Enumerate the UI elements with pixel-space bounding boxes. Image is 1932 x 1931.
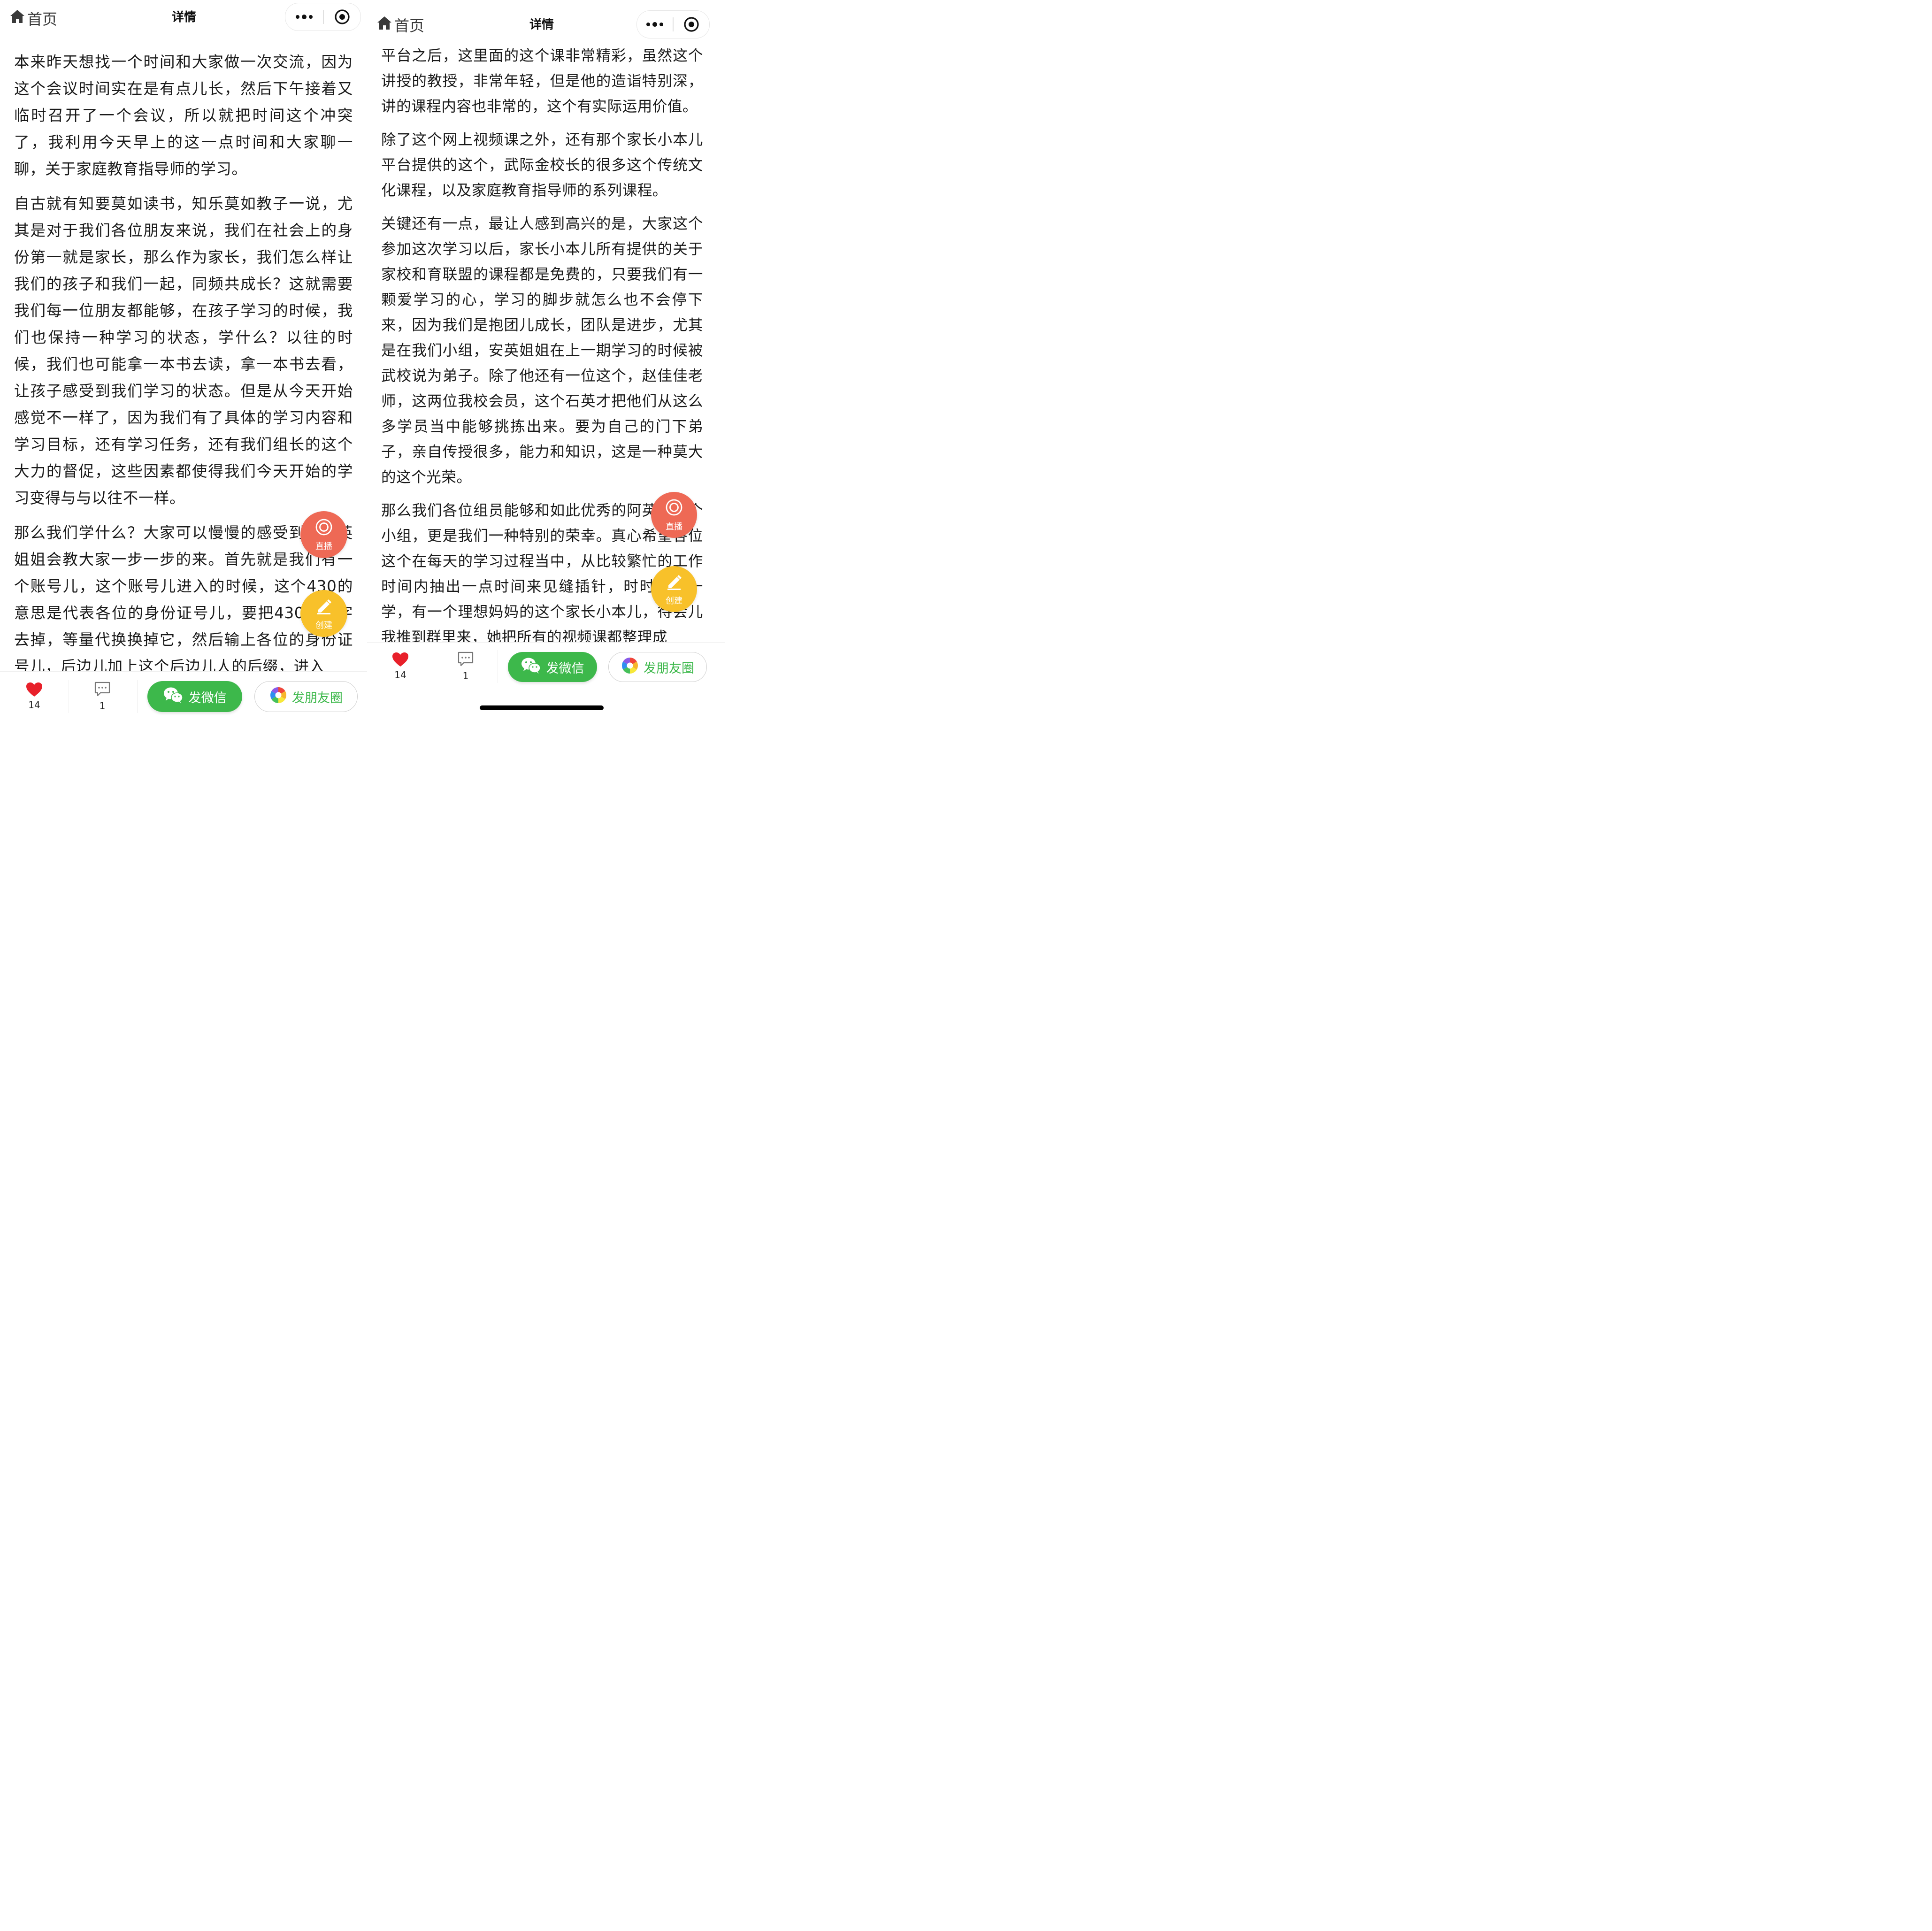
moments-aperture-icon — [269, 686, 287, 707]
page-title: 详情 — [529, 18, 554, 32]
comment-button[interactable]: 1 — [88, 681, 116, 712]
article-paragraph: 关键还有一点，最让人感到高兴的是，大家这个参加这次学习以后，家长小本儿所有提供的… — [381, 215, 703, 486]
article-paragraph: 自古就有知要莫如读书，知乐莫如教子一说，尤其是对于我们各位朋友来说，我们在社会上… — [14, 195, 353, 507]
live-target-icon — [314, 518, 333, 539]
create-label: 创建 — [666, 596, 682, 606]
page-title: 详情 — [171, 10, 196, 24]
heart-icon — [26, 682, 43, 699]
send-wechat-button[interactable]: 发微信 — [147, 681, 242, 712]
article-body: 平台之后，这里面的这个课非常精彩，虽然这个讲授的教授，非常年轻，但是他的造诣特别… — [381, 43, 703, 658]
right-screenshot: 首页 详情 平台之后，这里面的这个课非常精彩，虽然这个讲授的教授，非常年轻，但是… — [367, 0, 725, 724]
create-label: 创建 — [315, 620, 332, 630]
pencil-icon — [314, 597, 333, 618]
more-dots-icon[interactable] — [637, 11, 673, 38]
home-icon — [376, 15, 392, 35]
share-moments-button[interactable]: 发朋友圈 — [254, 681, 358, 712]
left-screenshot: 首页 详情 本来昨天想找一个时间和大家做一次交流，因为这个会议时间实在是有点儿长… — [0, 0, 367, 724]
home-indicator[interactable] — [480, 705, 604, 710]
create-fab-button[interactable]: 创建 — [300, 590, 347, 637]
home-label: 首页 — [27, 10, 58, 28]
live-fab-button[interactable]: 直播 — [300, 511, 347, 558]
article-paragraph: 本来昨天想找一个时间和大家做一次交流，因为这个会议时间实在是有点儿长，然后下午接… — [14, 53, 353, 178]
live-label: 直播 — [315, 541, 332, 552]
wechat-label: 发微信 — [546, 661, 584, 676]
mini-program-capsule — [636, 10, 710, 38]
mini-program-capsule — [285, 3, 361, 31]
more-dots-icon[interactable] — [285, 3, 323, 31]
share-moments-button[interactable]: 发朋友圈 — [608, 652, 707, 682]
article-paragraph: 除了这个网上视频课之外，还有那个家长小本儿平台提供的这个，武际金校长的很多这个传… — [381, 131, 703, 199]
comment-count: 1 — [99, 700, 106, 712]
create-fab-button[interactable]: 创建 — [651, 566, 697, 612]
home-nav-button[interactable]: 首页 — [376, 14, 424, 36]
bottom-action-bar: 14 1 发微信 发朋友圈 — [367, 642, 725, 724]
live-label: 直播 — [666, 521, 682, 532]
home-icon — [9, 8, 25, 28]
target-close-icon[interactable] — [674, 11, 709, 38]
bottom-action-bar: 14 1 发微信 发朋友圈 — [0, 671, 367, 724]
moments-label: 发朋友圈 — [644, 661, 694, 676]
heart-icon — [392, 652, 409, 669]
wechat-label: 发微信 — [188, 690, 227, 705]
bar-divider — [137, 680, 138, 713]
like-button[interactable]: 14 — [387, 652, 414, 681]
live-fab-button[interactable]: 直播 — [651, 492, 697, 538]
home-label: 首页 — [394, 17, 425, 35]
comment-icon — [94, 681, 111, 700]
home-nav-button[interactable]: 首页 — [9, 8, 57, 29]
target-close-icon[interactable] — [324, 3, 360, 31]
moments-aperture-icon — [621, 657, 639, 678]
moments-label: 发朋友圈 — [292, 690, 343, 705]
like-button[interactable]: 14 — [21, 682, 48, 711]
live-target-icon — [665, 498, 683, 519]
wechat-icon — [521, 657, 541, 677]
article-paragraph: 平台之后，这里面的这个课非常精彩，虽然这个讲授的教授，非常年轻，但是他的造诣特别… — [381, 47, 703, 115]
comment-icon — [457, 651, 474, 670]
comment-button[interactable]: 1 — [452, 651, 480, 682]
send-wechat-button[interactable]: 发微信 — [508, 652, 597, 682]
comment-count: 1 — [462, 670, 469, 682]
wechat-icon — [163, 687, 183, 707]
like-count: 14 — [28, 699, 40, 711]
article-body: 本来昨天想找一个时间和大家做一次交流，因为这个会议时间实在是有点儿长，然后下午接… — [14, 49, 353, 688]
like-count: 14 — [394, 669, 406, 681]
pencil-icon — [665, 572, 683, 593]
